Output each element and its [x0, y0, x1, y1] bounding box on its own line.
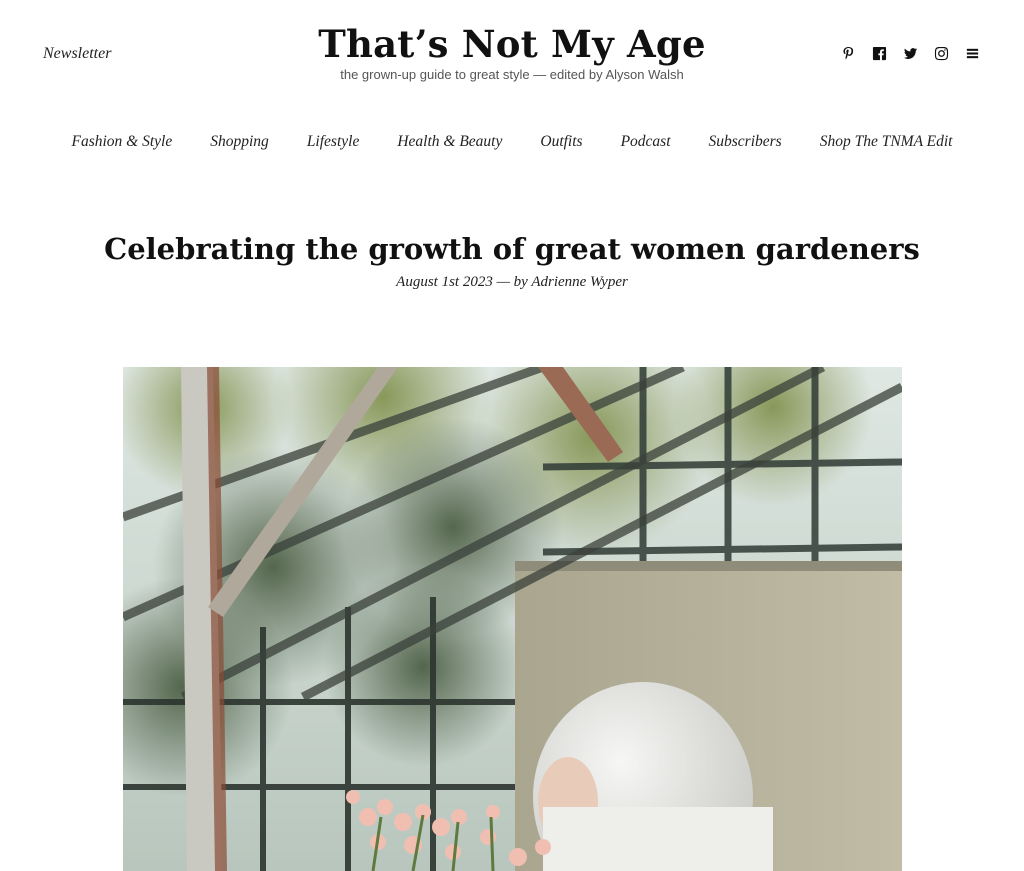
social-links — [840, 45, 980, 61]
post-title: Celebrating the growth of great women ga… — [104, 232, 920, 266]
menu-icon[interactable] — [964, 45, 980, 61]
nav-item-shopping[interactable]: Shopping — [210, 133, 269, 150]
main-navigation: Fashion & Style Shopping Lifestyle Healt… — [0, 133, 1024, 151]
post-meta: August 1st 2023 — by Adrienne Wyper — [396, 274, 628, 290]
nav-item-outfits[interactable]: Outfits — [540, 133, 582, 150]
nav-item-shop-tnma-edit[interactable]: Shop The TNMA Edit — [820, 133, 953, 150]
twitter-icon[interactable] — [902, 45, 918, 61]
pinterest-icon[interactable] — [840, 45, 856, 61]
site-header: Newsletter That’s Not My Age the grown-u… — [0, 0, 1024, 110]
nav-item-lifestyle[interactable]: Lifestyle — [307, 133, 360, 150]
nav-item-fashion-style[interactable]: Fashion & Style — [72, 133, 173, 150]
facebook-icon[interactable] — [871, 45, 887, 61]
hero-image — [123, 367, 902, 871]
nav-item-podcast[interactable]: Podcast — [621, 133, 671, 150]
instagram-icon[interactable] — [933, 45, 949, 61]
nav-item-subscribers[interactable]: Subscribers — [709, 133, 782, 150]
site-tagline: the grown-up guide to great style — edit… — [340, 67, 684, 82]
nav-item-health-beauty[interactable]: Health & Beauty — [397, 133, 502, 150]
